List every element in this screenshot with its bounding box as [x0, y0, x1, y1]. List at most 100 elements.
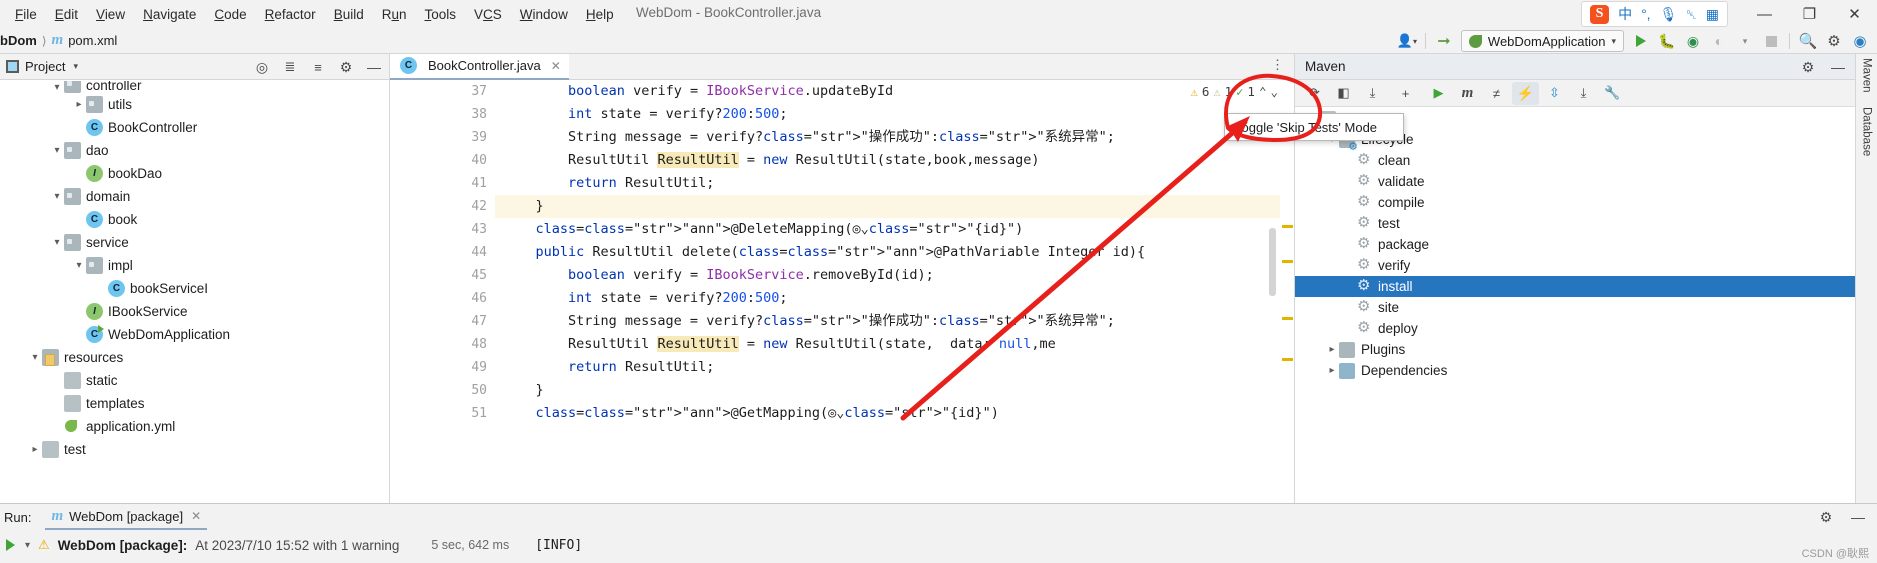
stop-icon[interactable]	[1758, 29, 1784, 53]
maven-tree-item[interactable]: compile	[1295, 192, 1855, 213]
profiler-dropdown-icon[interactable]: ▾	[1732, 29, 1758, 53]
code-line[interactable]: ResultUtil ResultUtil = new ResultUtil(s…	[495, 333, 1294, 356]
editor-code-column[interactable]: ⚠ 6 ⚠ 1 ✓ 1 ⌃ ⌄ boolean verify = IBookSe…	[495, 80, 1294, 503]
ime-toolbar[interactable]: S 中 °, 🎙 ␡ ▦	[1581, 1, 1728, 27]
maven-tree[interactable]: ▾WebDom▾Lifecyclecleanvalidatecompiletes…	[1295, 107, 1855, 503]
code-editor[interactable]: 37 38 39 40 41 42 43 44 45 46 47 48 49 50 51 ⚠ 6 ⚠ 1 ✓…	[390, 80, 1294, 503]
tree-toggle-icon[interactable]: ▾	[50, 237, 64, 248]
maven-tree-item[interactable]: install	[1295, 276, 1855, 297]
run-with-coverage-icon[interactable]: ◉	[1680, 29, 1706, 53]
code-line[interactable]: boolean verify = IBookService.removeById…	[495, 264, 1294, 287]
maven-tree-item[interactable]: test	[1295, 213, 1855, 234]
project-tree-item[interactable]: application.yml	[0, 415, 389, 438]
collapse-all-icon[interactable]: ⤓	[1570, 82, 1597, 105]
code-line[interactable]: int state = verify?200:500;	[495, 287, 1294, 310]
maven-tree-item[interactable]: verify	[1295, 255, 1855, 276]
code-line[interactable]: return ResultUtil;	[495, 172, 1294, 195]
project-tree-item[interactable]: ▾ controller	[0, 81, 389, 93]
ime-microphone-icon[interactable]: 🎙	[1660, 7, 1678, 21]
code-line[interactable]: String message = verify?class="str">"操作成…	[495, 126, 1294, 149]
code-line[interactable]: int state = verify?200:500;	[495, 103, 1294, 126]
project-tree-item[interactable]: CbookServiceI	[0, 277, 389, 300]
code-line[interactable]: ResultUtil ResultUtil = new ResultUtil(s…	[495, 149, 1294, 172]
locate-file-icon[interactable]: ◎	[249, 55, 275, 79]
project-tree-item[interactable]: C WebDomApplication	[0, 323, 389, 346]
menu-item-window[interactable]: Window	[511, 4, 577, 25]
menu-item-tools[interactable]: Tools	[416, 4, 466, 25]
maven-tree-item[interactable]: package	[1295, 234, 1855, 255]
code-line[interactable]: }	[495, 379, 1294, 402]
project-settings-icon[interactable]: ⚙	[333, 55, 359, 79]
tree-toggle-icon[interactable]: ▸	[1325, 344, 1339, 355]
project-tree-item[interactable]: I IBookService	[0, 300, 389, 323]
code-line[interactable]: boolean verify = IBookService.updateById	[495, 80, 1294, 103]
ime-punctuation-icon[interactable]: °,	[1641, 7, 1651, 21]
maven-tree-item[interactable]: site	[1295, 297, 1855, 318]
annotation-mark[interactable]	[1282, 260, 1293, 263]
run-maven-build-icon[interactable]: ▶	[1425, 82, 1452, 105]
run-configuration-selector[interactable]: WebDomApplication ▾	[1460, 30, 1624, 52]
tool-window-button-maven[interactable]: Maven	[1861, 58, 1873, 93]
ime-apps-icon[interactable]: ▦	[1706, 7, 1719, 21]
menu-item-run[interactable]: Run	[373, 4, 416, 25]
project-tree[interactable]: ▾ controller ▸ utils C BookController ▾ dao Iboo…	[0, 80, 389, 503]
editor-gutter[interactable]: 37 38 39 40 41 42 43 44 45 46 47 48 49 50 51	[390, 80, 495, 503]
inspection-widget[interactable]: ⚠ 6 ⚠ 1 ✓ 1 ⌃ ⌄	[1191, 84, 1278, 99]
hide-tool-window-icon[interactable]: —	[361, 55, 387, 79]
user-icon[interactable]: 👤 ▾	[1394, 29, 1420, 53]
menu-item-view[interactable]: View	[87, 4, 134, 25]
maven-settings-icon[interactable]: 🔧	[1599, 82, 1626, 105]
run-tab-webdom-package[interactable]: m WebDom [package] ✕	[45, 505, 208, 530]
annotation-mark[interactable]	[1282, 225, 1293, 228]
expand-tree-icon[interactable]: ▾	[25, 540, 30, 551]
tree-toggle-icon[interactable]: ▾	[72, 260, 86, 271]
project-tree-item[interactable]: static	[0, 369, 389, 392]
project-tree-item[interactable]: ▸ utils	[0, 93, 389, 116]
tree-toggle-icon[interactable]: ▾	[50, 82, 64, 93]
project-tree-item[interactable]: ▾ service	[0, 231, 389, 254]
build-project-icon[interactable]: ➞	[1431, 29, 1457, 53]
editor-more-options-icon[interactable]: ⋮	[1271, 58, 1284, 71]
chevron-down-icon[interactable]: ▾	[73, 61, 78, 72]
previous-problem-icon[interactable]: ⌃	[1259, 84, 1267, 99]
code-line[interactable]: class=class="str">"ann">@GetMapping(◎⌄cl…	[495, 402, 1294, 425]
profiler-icon[interactable]: ◐	[1706, 29, 1732, 53]
annotation-mark[interactable]	[1282, 317, 1293, 320]
project-tree-item[interactable]: IbookDao	[0, 162, 389, 185]
debug-icon[interactable]: 🐛	[1654, 29, 1680, 53]
run-icon[interactable]	[1628, 29, 1654, 53]
run-hide-icon[interactable]: —	[1845, 505, 1871, 529]
code-line[interactable]: return ResultUtil;	[495, 356, 1294, 379]
project-tree-item[interactable]: ▸ test	[0, 438, 389, 461]
next-problem-icon[interactable]: ⌄	[1270, 84, 1278, 99]
sogou-logo-icon[interactable]: S	[1590, 4, 1610, 24]
menu-item-navigate[interactable]: Navigate	[134, 4, 205, 25]
window-minimize-button[interactable]: —	[1742, 0, 1787, 28]
menu-item-refactor[interactable]: Refactor	[256, 4, 325, 25]
add-maven-project-icon[interactable]: +	[1392, 82, 1419, 105]
tree-toggle-icon[interactable]: ▸	[72, 99, 86, 110]
menu-item-code[interactable]: Code	[205, 4, 255, 25]
show-dependencies-icon[interactable]: ⇳	[1541, 82, 1568, 105]
editor-annotation-bar[interactable]	[1280, 80, 1294, 503]
project-tree-item[interactable]: templates	[0, 392, 389, 415]
tree-toggle-icon[interactable]: ▾	[50, 191, 64, 202]
window-close-button[interactable]: ✕	[1832, 0, 1877, 28]
tool-window-button-database[interactable]: Database	[1861, 107, 1873, 156]
ide-icon[interactable]: ◉	[1847, 29, 1873, 53]
download-sources-icon[interactable]: ⤓	[1359, 82, 1386, 105]
expand-all-icon[interactable]: ≣	[277, 55, 303, 79]
project-tree-item[interactable]: ▾ dao	[0, 139, 389, 162]
ime-keyboard-icon[interactable]: ␡	[1686, 8, 1696, 21]
generate-sources-icon[interactable]: ◧	[1330, 82, 1357, 105]
maven-tree-item[interactable]: validate	[1295, 171, 1855, 192]
collapse-all-icon[interactable]: ≡	[305, 55, 331, 79]
tree-toggle-icon[interactable]: ▾	[28, 352, 42, 363]
tree-toggle-icon[interactable]: ▾	[50, 145, 64, 156]
rerun-icon[interactable]	[6, 539, 15, 551]
maven-tree-item[interactable]: clean	[1295, 150, 1855, 171]
ime-language-icon[interactable]: 中	[1618, 7, 1632, 21]
code-line[interactable]: String message = verify?class="str">"操作成…	[495, 310, 1294, 333]
project-tree-item[interactable]: ▾ impl	[0, 254, 389, 277]
menu-item-edit[interactable]: Edit	[46, 4, 87, 25]
